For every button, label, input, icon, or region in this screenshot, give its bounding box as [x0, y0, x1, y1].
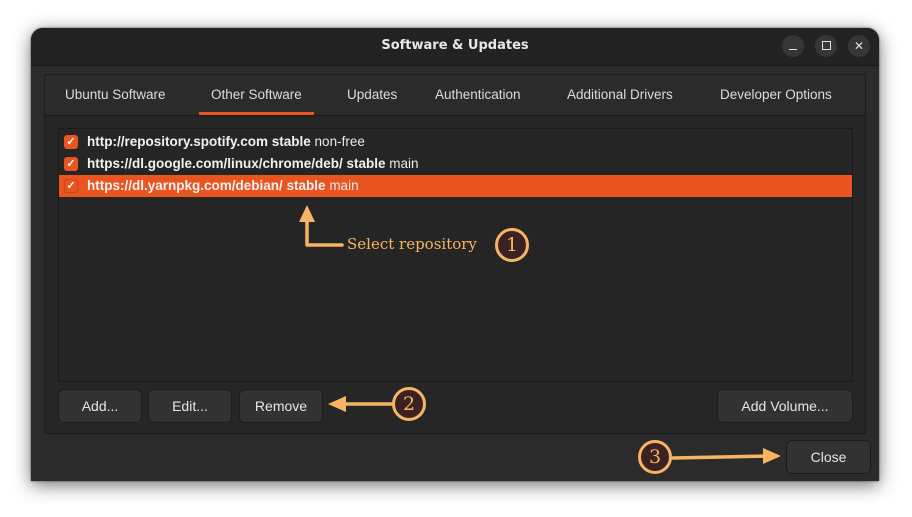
repository-url: https://dl.google.com/linux/chrome/deb/ …: [87, 156, 386, 171]
repository-component: main: [329, 178, 359, 193]
edit-button[interactable]: Edit...: [148, 389, 232, 423]
repository-checkbox[interactable]: ✓: [64, 135, 78, 149]
titlebar[interactable]: Software & Updates ✕: [31, 28, 879, 66]
add-volume-button[interactable]: Add Volume...: [717, 389, 853, 423]
maximize-button[interactable]: [815, 35, 837, 57]
tab-bar: Ubuntu Software Other Software Updates A…: [45, 75, 865, 116]
repository-list[interactable]: ✓ http://repository.spotify.com stable n…: [58, 128, 853, 382]
tab-other-software[interactable]: Other Software: [199, 75, 314, 115]
maximize-icon: [821, 41, 831, 50]
window-title: Software & Updates: [381, 38, 529, 53]
repository-url: https://dl.yarnpkg.com/debian/ stable: [87, 178, 326, 193]
annotation-badge-1: 1: [495, 228, 529, 262]
tab-authentication[interactable]: Authentication: [435, 75, 521, 115]
close-window-button[interactable]: ✕: [848, 35, 870, 57]
tab-updates[interactable]: Updates: [347, 75, 397, 115]
software-updates-window: Software & Updates ✕ Ubuntu Software Oth…: [31, 28, 879, 481]
annotation-badge-2: 2: [392, 387, 426, 421]
remove-button[interactable]: Remove: [239, 389, 323, 423]
repository-url: http://repository.spotify.com stable: [87, 134, 311, 149]
annotation-badge-3: 3: [638, 440, 672, 474]
repository-checkbox[interactable]: ✓: [64, 179, 78, 193]
repository-component: non-free: [314, 134, 365, 149]
repository-row[interactable]: ✓ http://repository.spotify.com stable n…: [59, 131, 852, 153]
tab-additional-drivers[interactable]: Additional Drivers: [567, 75, 673, 115]
repository-row-selected[interactable]: ✓ https://dl.yarnpkg.com/debian/ stable …: [59, 175, 852, 197]
add-button[interactable]: Add...: [58, 389, 142, 423]
repository-row[interactable]: ✓ https://dl.google.com/linux/chrome/deb…: [59, 153, 852, 175]
annotation-label-1: Select repository: [347, 235, 477, 253]
close-icon: ✕: [853, 39, 865, 53]
notebook: Ubuntu Software Other Software Updates A…: [44, 74, 866, 434]
tab-developer-options[interactable]: Developer Options: [720, 75, 832, 115]
tab-ubuntu-software[interactable]: Ubuntu Software: [65, 75, 166, 115]
repository-component: main: [389, 156, 419, 171]
minimize-icon: [789, 48, 797, 51]
minimize-button[interactable]: [782, 35, 804, 57]
repository-checkbox[interactable]: ✓: [64, 157, 78, 171]
close-button[interactable]: Close: [786, 440, 871, 474]
